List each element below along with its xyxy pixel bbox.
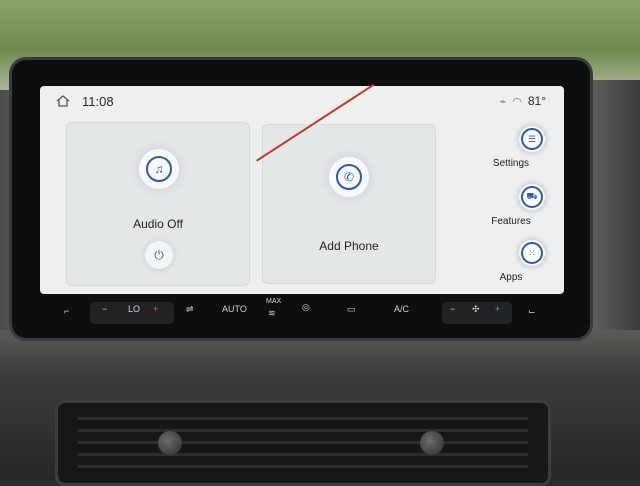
apps-label: Apps [499, 272, 523, 283]
status-bar: 11:08 ⌁ ◠ 81° [40, 86, 564, 116]
auto-button[interactable]: AUTO [222, 304, 247, 314]
apps-button[interactable]: ⁙ Apps [470, 240, 552, 288]
home-icon[interactable] [56, 95, 70, 107]
fan-minus[interactable]: − [450, 304, 455, 314]
sliders-icon: ☰ [521, 128, 543, 150]
audio-tile[interactable]: ♫ Audio Off ⏻ [66, 122, 250, 286]
features-label: Features [491, 216, 531, 227]
temp-left-minus[interactable]: − [102, 304, 107, 314]
phone-disconnected-icon: ⌁ [499, 95, 507, 108]
clock: 11:08 [82, 94, 114, 109]
music-note-icon: ♫ [146, 156, 172, 182]
air-vent [55, 400, 551, 486]
fan-plus[interactable]: + [495, 304, 500, 314]
wifi-icon: ◠ [512, 95, 522, 108]
fan-icon: ✣ [472, 304, 480, 314]
status-right: ⌁ ◠ 81° [500, 94, 546, 108]
infotainment-screen: 11:08 ⌁ ◠ 81° ♫ Audio Off ⏻ ✆ Add Phone … [40, 86, 564, 294]
settings-label: Settings [492, 158, 530, 169]
features-icon-button: ⛟ [519, 184, 545, 210]
temp-left-value: LO [128, 304, 141, 314]
car-icon: ⛟ [521, 186, 543, 208]
steering-heat-icon[interactable]: ◎ [302, 302, 310, 313]
power-icon: ⏻ [154, 247, 164, 262]
rear-defrost-icon[interactable]: ▭ [347, 304, 356, 315]
vent-knob-left[interactable] [158, 431, 182, 455]
max-defrost-icon[interactable]: ≋ [268, 308, 276, 319]
features-button[interactable]: ⛟ Features [470, 184, 552, 232]
audio-label: Audio Off [133, 217, 183, 231]
seat-heat-right-icon[interactable]: ⌙ [528, 306, 536, 317]
grid-icon: ⁙ [521, 242, 543, 264]
settings-icon-button: ☰ [519, 126, 545, 152]
recirculation-icon[interactable]: ⇌ [186, 304, 194, 315]
outside-temperature: 81° [527, 94, 546, 108]
audio-source-button[interactable]: ♫ [139, 149, 179, 189]
vent-knob-right[interactable] [420, 431, 444, 455]
apps-icon-button: ⁙ [519, 240, 545, 266]
phone-button[interactable]: ✆ [329, 157, 369, 197]
audio-power-button[interactable]: ⏻ [145, 241, 173, 269]
max-defrost-label: MAX [266, 298, 282, 305]
phone-label: Add Phone [319, 239, 379, 253]
ac-button[interactable]: A/C [394, 304, 409, 314]
phone-tile[interactable]: ✆ Add Phone [262, 124, 436, 284]
seat-heat-left-icon[interactable]: ⌐ [64, 306, 69, 316]
temp-left-plus[interactable]: + [153, 304, 158, 314]
climate-bar: ⌐ − LO + ⇌ AUTO MAX ≋ ◎ ▭ A/C − ✣ + ⌙ [40, 298, 564, 330]
phone-icon: ✆ [336, 164, 362, 190]
settings-button[interactable]: ☰ Settings [470, 126, 552, 174]
